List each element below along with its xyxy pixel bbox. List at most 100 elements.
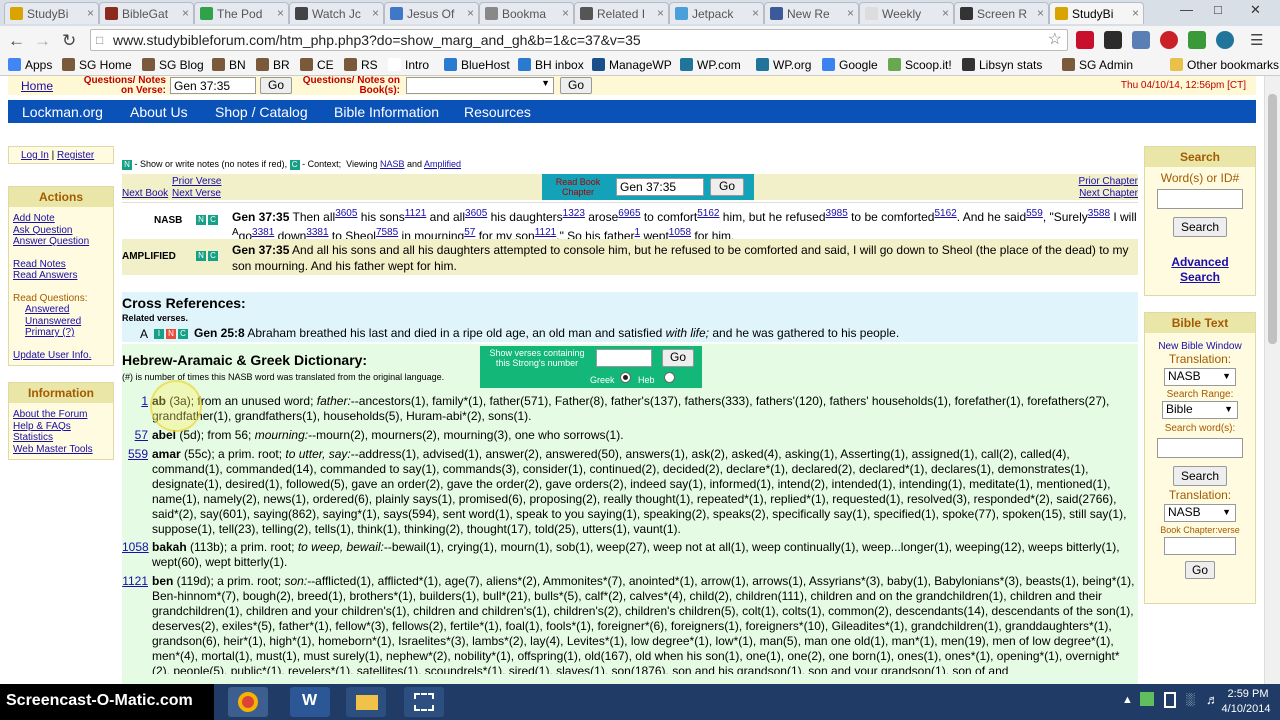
strongs-number-link[interactable]: 559 <box>122 447 148 462</box>
add-note-link[interactable]: Add Note <box>13 213 113 225</box>
browser-tab[interactable]: Screen R × <box>954 2 1049 24</box>
help-faqs-link[interactable]: Help & FAQs <box>13 421 113 433</box>
tab-close-icon[interactable]: × <box>182 6 189 20</box>
bookmark-item[interactable]: BlueHost <box>444 58 510 72</box>
book-go-button[interactable]: Go <box>560 77 592 94</box>
bookmark-item[interactable]: BN <box>212 58 246 72</box>
tab-close-icon[interactable]: × <box>847 6 854 20</box>
context-icon[interactable]: C <box>178 329 188 339</box>
prior-verse-link[interactable]: Prior Verse <box>172 176 221 187</box>
search-input[interactable] <box>1157 189 1243 209</box>
browser-tab[interactable]: BibleGat × <box>99 2 194 24</box>
browser-tab[interactable]: New Re × <box>764 2 859 24</box>
browser-tab[interactable]: Jetpack × <box>669 2 764 24</box>
advanced-search-link[interactable]: Advanced <box>1145 255 1255 270</box>
reload-icon[interactable]: ↻ <box>62 31 76 51</box>
context-icon[interactable]: C <box>208 251 218 261</box>
strongs-input[interactable] <box>596 349 652 367</box>
bookmark-item[interactable]: WP.com <box>680 58 741 72</box>
tab-close-icon[interactable]: × <box>277 6 284 20</box>
bookmark-item[interactable]: ManageWP <box>592 58 672 72</box>
snipping-taskbar-icon[interactable] <box>404 687 444 717</box>
unanswered-link[interactable]: Unanswered <box>13 316 113 328</box>
notes-icon[interactable]: N <box>196 251 206 261</box>
bookmark-item[interactable]: Libsyn stats <box>962 58 1042 72</box>
forward-icon[interactable]: → <box>34 31 51 51</box>
update-user-link[interactable]: Update User Info. <box>13 350 113 362</box>
strongs-number-link[interactable]: 1121 <box>122 574 148 589</box>
browser-tab[interactable]: Bookma × <box>479 2 574 24</box>
tab-close-icon[interactable]: × <box>1132 6 1139 20</box>
tray-up-icon[interactable]: ▲ <box>1122 694 1133 706</box>
tray-app-icon[interactable] <box>1140 692 1154 706</box>
advanced-search-link-2[interactable]: Search <box>1145 270 1255 285</box>
home-link[interactable]: Home <box>21 79 53 93</box>
adblock-icon[interactable] <box>1076 31 1094 49</box>
buffer-icon[interactable] <box>1104 31 1122 49</box>
bookmark-item[interactable]: SG Blog <box>142 58 204 72</box>
bible-search-button[interactable]: Search <box>1173 466 1227 486</box>
scrollbar-thumb[interactable] <box>1268 94 1277 344</box>
search-button[interactable]: Search <box>1173 217 1227 237</box>
bookmark-item[interactable]: SG Admin <box>1062 58 1133 72</box>
statistics-link[interactable]: Statistics <box>13 432 113 444</box>
bookmark-item[interactable]: Intro <box>388 58 429 72</box>
primary-link[interactable]: Primary (?) <box>13 327 113 339</box>
wordpress-icon[interactable] <box>1216 31 1234 49</box>
read-answers-link[interactable]: Read Answers <box>13 270 113 282</box>
clock-time[interactable]: 2:59 PM <box>1222 688 1274 700</box>
browser-tab[interactable]: Jesus Of × <box>384 2 479 24</box>
verse-input[interactable] <box>170 77 256 94</box>
browser-tab[interactable]: StudyBi × <box>4 2 99 24</box>
network-icon[interactable]: ░ <box>1186 692 1195 706</box>
tab-close-icon[interactable]: × <box>1037 6 1044 20</box>
battery-icon[interactable] <box>1164 692 1176 708</box>
verse-go-button[interactable]: Go <box>260 77 292 94</box>
login-link[interactable]: Log In <box>21 150 49 161</box>
notes-icon[interactable]: N <box>166 329 176 339</box>
register-link[interactable]: Register <box>57 150 94 161</box>
bookmark-item[interactable]: BH inbox <box>518 58 584 72</box>
word-taskbar-icon[interactable]: W <box>290 687 330 717</box>
bible-go-button[interactable]: Go <box>1185 561 1215 579</box>
maximize-icon[interactable]: □ <box>1214 2 1222 17</box>
tab-close-icon[interactable]: × <box>467 6 474 20</box>
nav-resources[interactable]: Resources <box>464 104 531 120</box>
nav-bible-information[interactable]: Bible Information <box>334 104 439 120</box>
answer-question-link[interactable]: Answer Question <box>13 236 113 248</box>
hebrew-radio[interactable] <box>664 372 675 383</box>
browser-tab[interactable]: The Pod × <box>194 2 289 24</box>
info-icon[interactable]: I <box>154 329 164 339</box>
address-bar[interactable]: □ www.studybibleforum.com/htm_php.php3?d… <box>90 29 1068 51</box>
read-notes-link[interactable]: Read Notes <box>13 259 113 271</box>
nav-shop[interactable]: Shop / Catalog <box>215 104 308 120</box>
context-icon[interactable]: C <box>208 215 218 225</box>
next-chapter-link[interactable]: Next Chapter <box>1079 188 1138 199</box>
back-icon[interactable]: ← <box>8 31 25 51</box>
web-master-tools-link[interactable]: Web Master Tools <box>13 444 113 456</box>
tab-close-icon[interactable]: × <box>562 6 569 20</box>
clock-date[interactable]: 4/10/2014 <box>1216 703 1276 715</box>
prior-chapter-link[interactable]: Prior Chapter <box>1079 176 1138 187</box>
chrome-taskbar-icon[interactable] <box>228 687 268 717</box>
bookmark-item[interactable]: Other bookmarks <box>1170 58 1279 72</box>
new-bible-window-link[interactable]: New Bible Window <box>1145 341 1255 352</box>
strongs-number-link[interactable]: 57 <box>122 428 148 443</box>
extension-icon[interactable] <box>1132 31 1150 49</box>
page-scrollbar[interactable] <box>1264 76 1280 684</box>
bookmark-item[interactable]: RS <box>344 58 378 72</box>
translation2-select[interactable]: NASB ▼ <box>1164 504 1236 522</box>
browser-tab[interactable]: StudyBi × <box>1049 2 1144 24</box>
menu-icon[interactable]: ☰ <box>1250 31 1263 49</box>
strongs-go-button[interactable]: Go <box>662 349 694 367</box>
notes-icon[interactable]: N <box>196 215 206 225</box>
tab-close-icon[interactable]: × <box>372 6 379 20</box>
pinterest-icon[interactable] <box>1160 31 1178 49</box>
tab-close-icon[interactable]: × <box>752 6 759 20</box>
explorer-taskbar-icon[interactable] <box>346 687 386 717</box>
next-book-link[interactable]: Next Book <box>122 188 168 199</box>
nasb-link[interactable]: NASB <box>380 159 405 169</box>
bookmark-item[interactable]: Apps <box>8 58 52 72</box>
tab-close-icon[interactable]: × <box>87 6 94 20</box>
about-forum-link[interactable]: About the Forum <box>13 409 113 421</box>
